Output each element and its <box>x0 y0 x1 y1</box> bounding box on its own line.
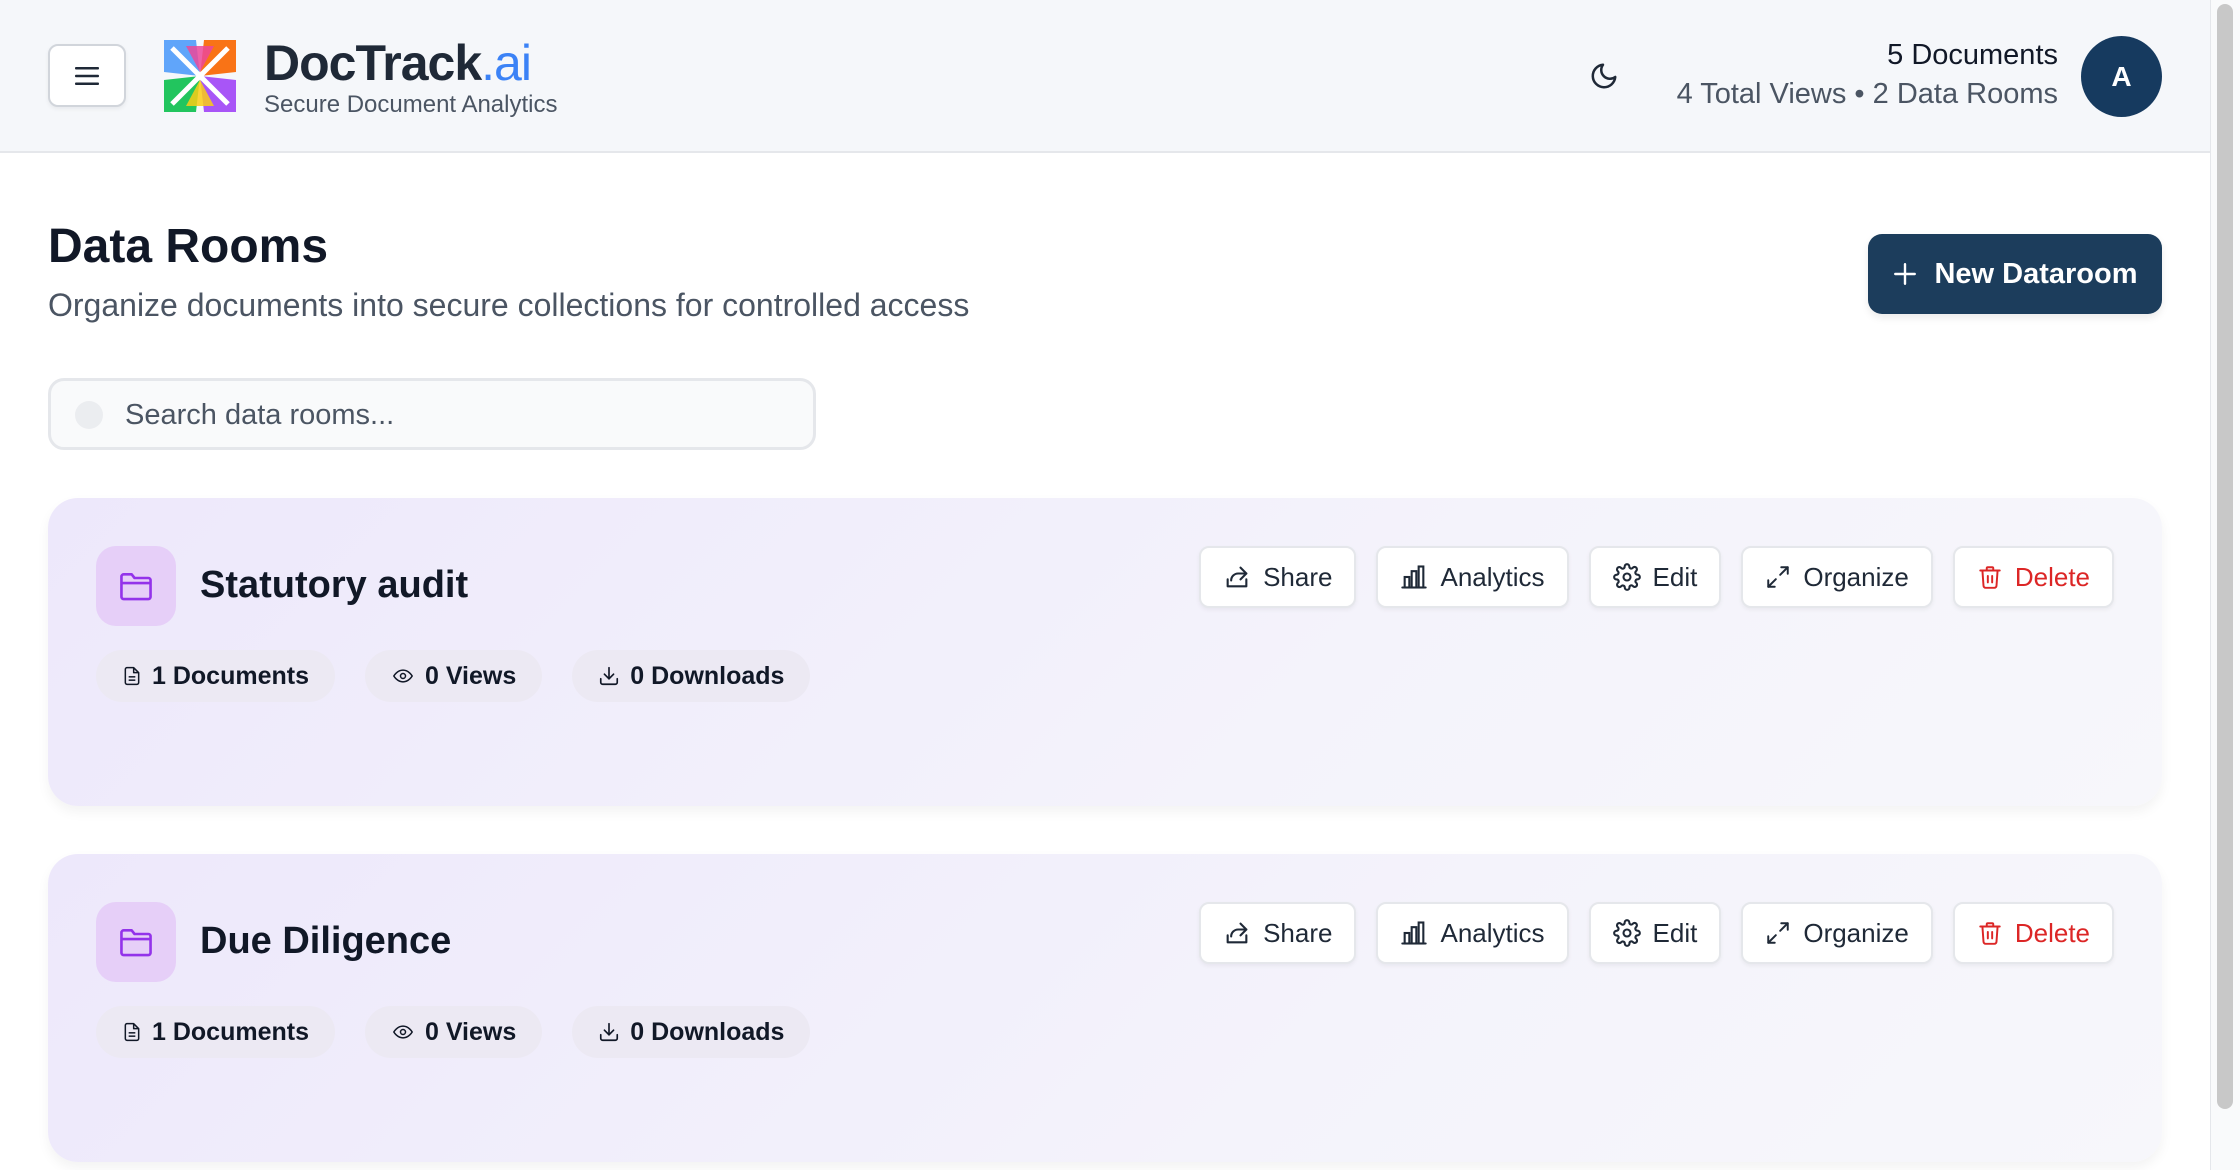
analytics-button[interactable]: Analytics <box>1376 546 1569 608</box>
downloads-count: 0 Downloads <box>630 661 785 690</box>
brand-suffix: .ai <box>481 35 532 91</box>
bar-chart-icon <box>1401 565 1428 589</box>
download-icon <box>600 1022 619 1042</box>
gear-icon <box>1612 563 1641 591</box>
page-title: Data Rooms <box>48 220 329 273</box>
search-input[interactable] <box>125 391 785 439</box>
dataroom-title: Due Diligence <box>200 920 452 962</box>
stats-views-rooms: 4 Total Views • 2 Data Rooms <box>1676 78 2058 110</box>
download-icon <box>600 666 619 686</box>
delete-label: Delete <box>2014 917 2090 948</box>
share-icon <box>1226 922 1248 944</box>
page-subtitle: Organize documents into secure collectio… <box>48 287 970 323</box>
expand-icon <box>1767 922 1790 944</box>
views-count: 0 Views <box>424 1017 517 1046</box>
menu-button[interactable] <box>48 44 126 107</box>
trash-icon <box>1979 922 2001 945</box>
doctrack-logo <box>164 40 236 112</box>
search-box <box>48 378 816 450</box>
dataroom-actions: Share Analytics Edit Organize Delete <box>1199 902 2114 964</box>
downloads-chip: 0 Downloads <box>572 650 811 702</box>
organize-label: Organize <box>1803 917 1909 948</box>
edit-label: Edit <box>1652 561 1698 592</box>
analytics-label: Analytics <box>1440 917 1545 948</box>
file-icon <box>124 1022 140 1042</box>
dataroom-actions: Share Analytics Edit Organize Delete <box>1199 546 2114 608</box>
views-chip: 0 Views <box>364 1006 543 1058</box>
share-button[interactable]: Share <box>1199 902 1357 964</box>
moon-icon <box>1591 63 1617 89</box>
file-icon <box>124 666 140 686</box>
edit-button[interactable]: Edit <box>1588 546 1722 608</box>
plus-icon <box>1894 263 1917 285</box>
delete-button[interactable]: Delete <box>1952 902 2114 964</box>
documents-count: 1 Documents <box>152 661 309 690</box>
organize-button[interactable]: Organize <box>1741 546 1933 608</box>
top-header: DocTrack.ai Secure Document Analytics 5 … <box>0 0 2210 153</box>
brand-tagline: Secure Document Analytics <box>264 91 558 118</box>
theme-toggle-button[interactable] <box>1582 54 1626 98</box>
share-label: Share <box>1263 917 1333 948</box>
trash-icon <box>1979 566 2001 589</box>
organize-button[interactable]: Organize <box>1741 902 1933 964</box>
views-count: 0 Views <box>424 661 517 690</box>
dataroom-stats: 1 Documents 0 Views 0 Downloads <box>96 650 811 702</box>
views-chip: 0 Views <box>364 650 543 702</box>
documents-chip: 1 Documents <box>96 1006 335 1058</box>
delete-button[interactable]: Delete <box>1952 546 2114 608</box>
header-stats: 5 Documents 4 Total Views • 2 Data Rooms <box>1677 36 2058 114</box>
edit-button[interactable]: Edit <box>1588 902 1722 964</box>
search-icon <box>75 401 103 429</box>
app-root: DocTrack.ai Secure Document Analytics 5 … <box>0 0 2240 1170</box>
analytics-button[interactable]: Analytics <box>1376 902 1569 964</box>
documents-count: 1 Documents <box>152 1017 309 1046</box>
dataroom-title: Statutory audit <box>200 564 469 606</box>
organize-label: Organize <box>1803 561 1909 592</box>
share-button[interactable]: Share <box>1199 546 1357 608</box>
folder-icon <box>120 573 152 601</box>
new-dataroom-label: New Dataroom <box>1934 257 2138 290</box>
brand-name: DocTrack.ai <box>264 35 532 91</box>
folder-icon-wrap <box>96 902 176 982</box>
gear-icon <box>1612 919 1641 947</box>
folder-icon <box>120 929 152 957</box>
eye-icon <box>392 1025 414 1039</box>
share-label: Share <box>1263 561 1333 592</box>
edit-label: Edit <box>1652 917 1698 948</box>
dataroom-card[interactable]: Statutory audit Share Analytics Edit Org… <box>48 498 2162 806</box>
folder-icon-wrap <box>96 546 176 626</box>
eye-icon <box>392 669 414 683</box>
expand-icon <box>1767 566 1790 588</box>
delete-label: Delete <box>2014 561 2090 592</box>
downloads-count: 0 Downloads <box>630 1017 785 1046</box>
share-icon <box>1226 566 1248 588</box>
scrollbar-thumb[interactable] <box>2217 4 2233 1109</box>
avatar[interactable]: A <box>2081 36 2162 117</box>
menu-icon <box>75 66 99 85</box>
downloads-chip: 0 Downloads <box>572 1006 811 1058</box>
bar-chart-icon <box>1401 921 1428 945</box>
analytics-label: Analytics <box>1440 561 1545 592</box>
new-dataroom-button[interactable]: New Dataroom <box>1868 234 2162 314</box>
stats-documents: 5 Documents <box>1887 39 2058 71</box>
brand: DocTrack.ai Secure Document Analytics <box>264 34 557 120</box>
documents-chip: 1 Documents <box>96 650 335 702</box>
dataroom-stats: 1 Documents 0 Views 0 Downloads <box>96 1006 811 1058</box>
dataroom-card[interactable]: Due Diligence Share Analytics Edit Organ… <box>48 854 2162 1162</box>
